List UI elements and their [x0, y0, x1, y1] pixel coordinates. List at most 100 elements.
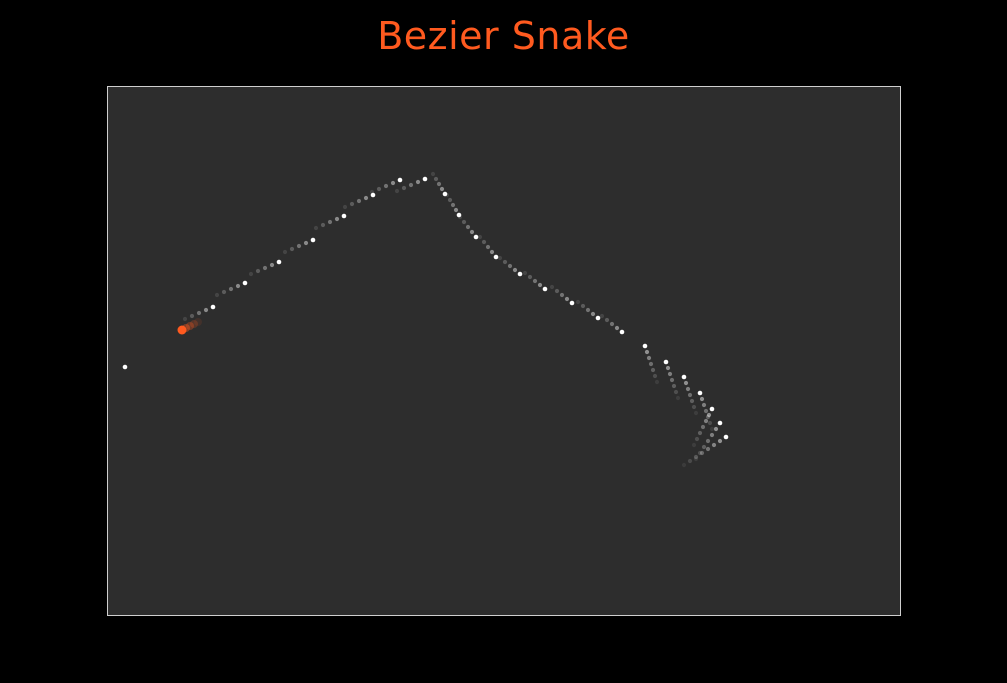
snake-trail-dot	[507, 263, 513, 269]
snake-trail-dot	[383, 183, 389, 189]
snake-trail-dot	[575, 299, 581, 305]
snake-dot	[709, 406, 715, 412]
snake-trail-dot	[255, 268, 261, 274]
game-title: Bezier Snake	[377, 14, 630, 58]
snake-trail-dot	[497, 255, 503, 261]
snake-trail-dot	[709, 426, 715, 432]
snake-trail-dot	[673, 389, 679, 395]
snake-trail-dot	[415, 179, 421, 185]
snake-trail-dot	[599, 313, 605, 319]
snake-trail-dot	[296, 243, 302, 249]
snake-segment	[248, 259, 282, 277]
snake-trail-dot	[363, 195, 369, 201]
snake-trail-dot	[313, 225, 319, 231]
snake-segment	[663, 359, 681, 401]
snake-trail-dot	[604, 317, 610, 323]
snake-trail-dot	[648, 361, 654, 367]
snake-segment	[214, 280, 248, 298]
snake-dot	[642, 343, 648, 349]
snake-dot	[517, 271, 523, 277]
snake-dot	[341, 213, 347, 219]
snake-trail-dot	[675, 395, 681, 401]
snake-trail-dot	[650, 367, 656, 373]
snake-trail-dot	[532, 278, 538, 284]
snake-dot	[723, 434, 729, 440]
snake-segment	[122, 364, 128, 370]
snake-segment	[313, 213, 347, 231]
snake-dot	[242, 280, 248, 286]
snake-trail-dot	[646, 355, 652, 361]
snake-trail-dot	[527, 274, 533, 280]
snake-trail-dot	[430, 171, 436, 177]
snake-trail-dot	[705, 446, 711, 452]
snake-segment	[342, 192, 376, 210]
snake-trail-dot	[703, 418, 709, 424]
snake-trail-dot	[559, 292, 565, 298]
snake-segment	[549, 284, 575, 306]
snake-trail-dot	[585, 307, 591, 313]
snake-trail-dot	[461, 219, 467, 225]
snake-trail-dot	[706, 412, 712, 418]
snake-trail-dot	[669, 377, 675, 383]
snake-trail-dot	[685, 386, 691, 392]
snake-trail-dot	[665, 365, 671, 371]
snake-trail-dot	[691, 442, 697, 448]
snake-trail-dot	[713, 426, 719, 432]
snake-trail-dot	[327, 219, 333, 225]
snake-trail-dot	[644, 349, 650, 355]
snake-segment	[681, 434, 729, 468]
snake-trail-dot	[700, 424, 706, 430]
snake-trail-dot	[469, 229, 475, 235]
snake-segment	[444, 192, 462, 218]
snake-segment	[282, 237, 316, 255]
game-canvas[interactable]	[108, 87, 900, 615]
snake-trail-dot	[262, 265, 268, 271]
snake-segment	[642, 343, 660, 385]
snake-dot	[663, 359, 669, 365]
snake-dot	[493, 254, 499, 260]
snake-trail-dot	[549, 284, 555, 290]
snake-trail-dot	[203, 307, 209, 313]
snake-trail-dot	[709, 432, 715, 438]
snake-trail-dot	[512, 267, 518, 273]
snake-trail-dot	[609, 321, 615, 327]
snake-dot	[397, 177, 403, 183]
snake-trail-dot	[394, 188, 400, 194]
snake-trail-dot	[477, 234, 483, 240]
snake-trail-dot	[707, 420, 713, 426]
snake-trail-dot	[554, 288, 560, 294]
snake-head	[177, 318, 202, 335]
snake-trail-dot	[701, 444, 707, 450]
snake-trail-dot	[683, 380, 689, 386]
snake-trail-dot	[489, 249, 495, 255]
snake-trail-dot	[693, 454, 699, 460]
snake-trail-dot	[235, 283, 241, 289]
snake-trail-dot	[444, 192, 450, 198]
snake-trail-dot	[689, 398, 695, 404]
snake-head-dot	[177, 325, 187, 335]
snake-trail-dot	[433, 176, 439, 182]
snake-trail-dot	[699, 396, 705, 402]
snake-trail-dot	[269, 262, 275, 268]
snake-trail-dot	[502, 259, 508, 265]
snake-trail-dot	[376, 186, 382, 192]
snake-trail-dot	[356, 198, 362, 204]
snake-trail-dot	[436, 181, 442, 187]
snake-dot	[717, 420, 723, 426]
snake-trail-dot	[248, 271, 254, 277]
snake-trail-dot	[590, 311, 596, 317]
snake-trail-dot	[485, 244, 491, 250]
snake-dot	[569, 300, 575, 306]
snake-segment	[522, 270, 548, 292]
snake-trail-dot	[465, 224, 471, 230]
snake-trail-dot	[334, 216, 340, 222]
snake-trail-dot	[687, 392, 693, 398]
snake-dot	[122, 364, 128, 370]
game-board[interactable]	[107, 86, 901, 616]
snake-trail-dot	[703, 408, 709, 414]
snake-trail-dot	[349, 201, 355, 207]
snake-trail-dot	[303, 240, 309, 246]
snake-dot	[595, 315, 601, 321]
snake-trail-dot	[687, 458, 693, 464]
snake-trail-dot	[701, 402, 707, 408]
